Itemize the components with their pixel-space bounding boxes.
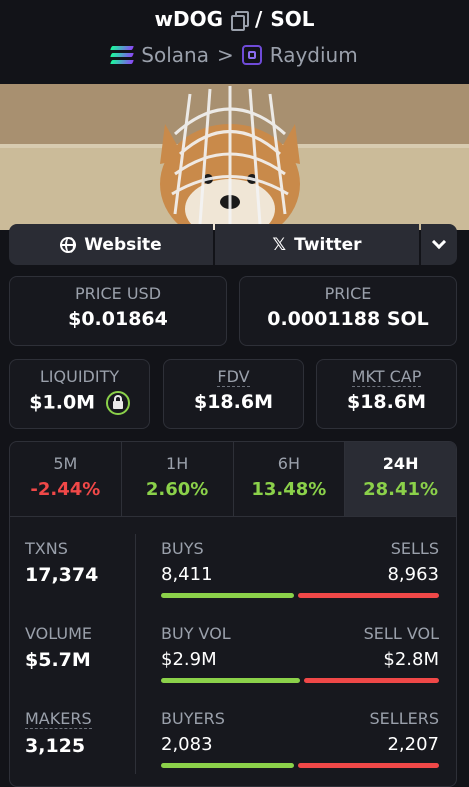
- tab-label: 6H: [277, 454, 300, 473]
- buy-volume-label: BUY VOL: [161, 624, 231, 643]
- price-change-value: -2.44%: [30, 479, 101, 500]
- market-cap-card: MKT CAP $18.6M: [316, 359, 457, 429]
- sells-label: SELLS: [390, 539, 439, 558]
- tab-1h[interactable]: 1H 2.60%: [122, 442, 234, 516]
- social-links-bar: Website 𝕏 Twitter: [9, 224, 457, 265]
- price-usd-label: PRICE USD: [74, 284, 162, 303]
- tab-label: 1H: [166, 454, 189, 473]
- pair-title: wDOG / SOL: [0, 7, 469, 31]
- buy-volume-bar: [161, 678, 300, 683]
- chain-dex-breadcrumb: Solana > Raydium: [0, 43, 469, 67]
- liquidity-value: $1.0M: [29, 391, 96, 414]
- quote-symbol: SOL: [270, 7, 315, 31]
- tab-24h[interactable]: 24H 28.41%: [345, 442, 456, 516]
- solana-icon: [110, 46, 135, 64]
- sellers-label: SELLERS: [369, 709, 439, 728]
- liquidity-label: LIQUIDITY: [39, 367, 120, 386]
- price-change-value: 2.60%: [145, 479, 209, 500]
- breadcrumb-arrow: >: [216, 43, 234, 67]
- tab-6h[interactable]: 6H 13.48%: [234, 442, 346, 516]
- buyers-value: 2,083: [161, 734, 213, 755]
- price-native-value: 0.0001188 SOL: [267, 308, 429, 330]
- txns-value: 17,374: [25, 564, 99, 586]
- sell-volume-label: SELL VOL: [363, 624, 439, 643]
- tab-label: 24H: [382, 454, 419, 473]
- trading-stats-panel: 5M -2.44% 1H 2.60% 6H 13.48% 24H 28.41% …: [9, 441, 457, 787]
- liquidity-value-row: $1.0M: [10, 391, 149, 415]
- tab-5m[interactable]: 5M -2.44%: [10, 442, 122, 516]
- pair-separator: /: [255, 7, 263, 31]
- copy-icon[interactable]: [231, 11, 250, 31]
- twitter-button[interactable]: 𝕏 Twitter: [215, 224, 419, 265]
- chain-link[interactable]: Solana: [141, 43, 209, 67]
- fdv-card: FDV $18.6M: [163, 359, 304, 429]
- sells-value: 8,963: [387, 564, 439, 585]
- chevron-down-icon: [431, 234, 447, 250]
- liquidity-card: LIQUIDITY $1.0M: [9, 359, 150, 429]
- website-label: Website: [84, 234, 162, 255]
- sellers-bar: [298, 763, 439, 768]
- fdv-label[interactable]: FDV: [217, 367, 250, 387]
- buyers-bar: [161, 763, 294, 768]
- raydium-icon: [241, 45, 262, 65]
- pair-header: wDOG / SOL Solana > Raydium: [0, 0, 469, 84]
- sell-volume-value: $2.8M: [383, 649, 439, 670]
- buys-sells-ratio-bar: [161, 593, 439, 598]
- price-change-value: 13.48%: [251, 479, 327, 500]
- price-native-card: PRICE 0.0001188 SOL: [239, 276, 457, 346]
- price-change-value: 28.41%: [363, 479, 439, 500]
- website-button[interactable]: Website: [9, 224, 213, 265]
- sellers-value: 2,207: [387, 734, 439, 755]
- buys-bar: [161, 593, 294, 598]
- sell-volume-bar: [304, 678, 439, 683]
- sells-bar: [298, 593, 439, 598]
- price-usd-card: PRICE USD $0.01864: [9, 276, 227, 346]
- buyers-sellers-ratio-bar: [161, 763, 439, 768]
- x-logo-icon: 𝕏: [272, 234, 287, 255]
- buy-volume-value: $2.9M: [161, 649, 217, 670]
- price-usd-value: $0.01864: [68, 308, 168, 330]
- volume-label: VOLUME: [25, 624, 92, 643]
- price-native-label: PRICE: [324, 284, 372, 303]
- volume-value: $5.7M: [25, 649, 91, 671]
- market-cap-value: $18.6M: [346, 391, 426, 413]
- token-symbol: wDOG: [154, 7, 224, 31]
- txns-label: TXNS: [25, 539, 68, 558]
- dex-link[interactable]: Raydium: [270, 43, 358, 67]
- globe-icon: [60, 236, 77, 253]
- timeframe-tabs: 5M -2.44% 1H 2.60% 6H 13.48% 24H 28.41%: [10, 442, 456, 517]
- token-banner-image: [0, 84, 469, 230]
- market-cap-label[interactable]: MKT CAP: [351, 367, 422, 387]
- lock-icon[interactable]: [105, 391, 130, 415]
- buyers-label: BUYERS: [161, 709, 225, 728]
- buys-label: BUYS: [161, 539, 204, 558]
- txns-row: TXNS 17,374 BUYS SELLS 8,411 8,963: [10, 539, 456, 624]
- makers-value: 3,125: [25, 735, 86, 757]
- more-links-button[interactable]: [421, 224, 457, 265]
- volume-ratio-bar: [161, 678, 439, 683]
- tab-label: 5M: [53, 454, 78, 473]
- makers-label[interactable]: MAKERS: [25, 709, 92, 729]
- buys-value: 8,411: [161, 564, 213, 585]
- fdv-value: $18.6M: [193, 391, 273, 413]
- twitter-label: Twitter: [294, 234, 362, 255]
- dog-in-net-illustration: [0, 84, 469, 230]
- makers-row: MAKERS 3,125 BUYERS SELLERS 2,083 2,207: [10, 709, 456, 786]
- volume-row: VOLUME $5.7M BUY VOL SELL VOL $2.9M $2.8…: [10, 624, 456, 709]
